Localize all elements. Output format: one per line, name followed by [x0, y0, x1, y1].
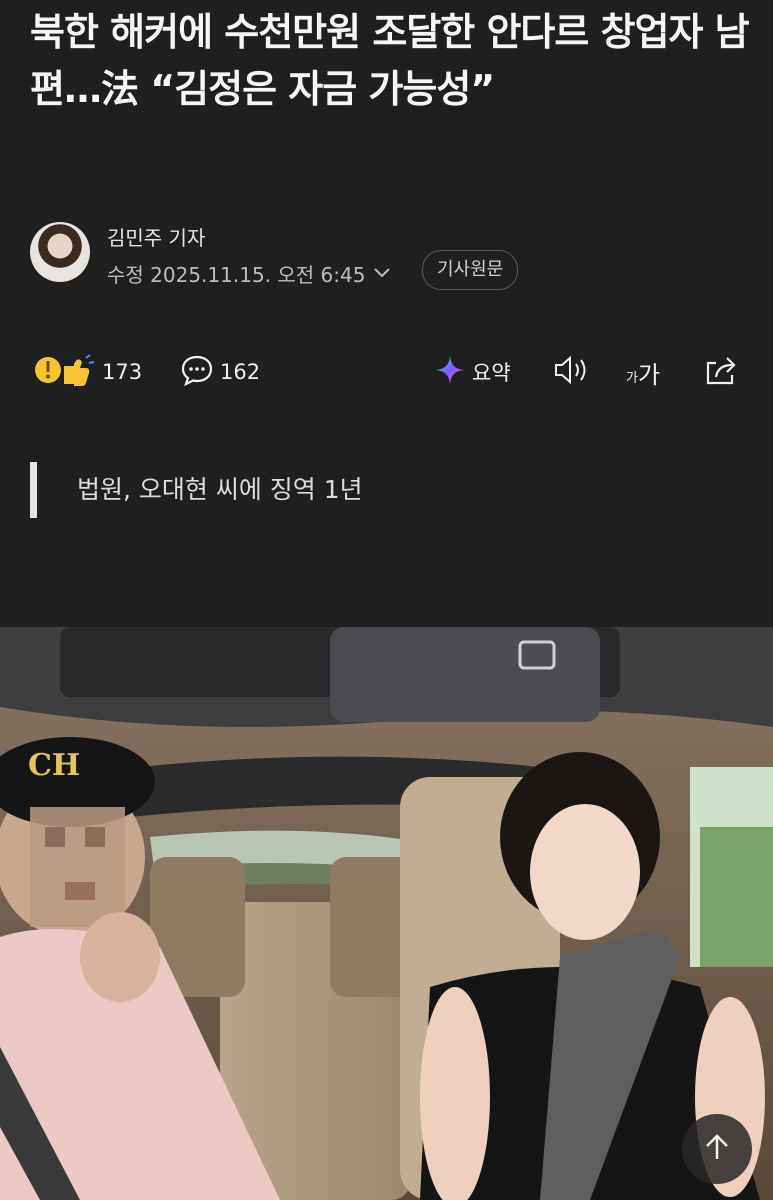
reaction-emoji-icon	[34, 352, 96, 393]
byline: 김민주 기자 수정 2025.11.15. 오전 6:45 기사원문	[30, 222, 730, 290]
font-size-button[interactable]: 가 가	[626, 350, 660, 394]
font-size-small-label: 가	[626, 370, 638, 386]
article-headline: 북한 해커에 수천만원 조달한 안다르 창업자 남편…法 “김정은 자금 가능성…	[30, 10, 750, 111]
reaction-button[interactable]: 173	[34, 350, 142, 394]
arrow-up-icon	[702, 1132, 732, 1166]
original-article-button[interactable]: 기사원문	[422, 250, 519, 290]
summary-button[interactable]: 요약	[434, 350, 511, 394]
reaction-count: 173	[102, 360, 143, 384]
tts-button[interactable]	[552, 350, 590, 394]
article-photo: CH	[0, 627, 773, 1200]
share-icon	[702, 353, 740, 392]
share-button[interactable]	[702, 350, 740, 394]
reporter-avatar[interactable]	[30, 222, 90, 282]
comment-count: 162	[220, 360, 261, 384]
ai-sparkle-icon	[434, 354, 466, 391]
comment-button[interactable]: 162	[180, 350, 260, 394]
modified-timestamp[interactable]: 수정 2025.11.15. 오전 6:45	[107, 259, 391, 288]
chevron-down-icon[interactable]	[373, 264, 391, 283]
article-toolbar: 173 162 요약 가 가	[34, 350, 744, 394]
reporter-name[interactable]: 김민주 기자	[107, 222, 205, 251]
modified-text: 수정 2025.11.15. 오전 6:45	[107, 263, 366, 287]
scroll-top-button[interactable]	[682, 1114, 752, 1184]
speaker-icon	[552, 354, 590, 391]
svg-text:CH: CH	[28, 748, 80, 783]
font-size-large-label: 가	[637, 360, 661, 389]
article-subheadline: 법원, 오대현 씨에 징역 1년	[30, 462, 363, 518]
comment-bubble-icon	[180, 354, 214, 391]
summary-label: 요약	[472, 361, 511, 385]
